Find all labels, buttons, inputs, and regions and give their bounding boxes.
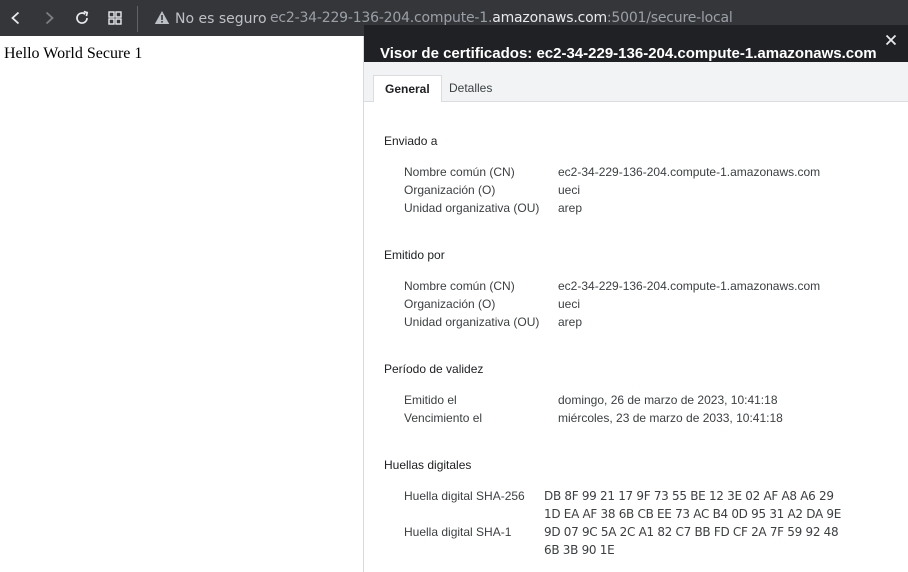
issued-to-cn-label: Nombre común (CN) (404, 165, 515, 179)
issued-to-o-value: ueci (558, 183, 581, 197)
close-button[interactable] (882, 31, 900, 49)
sha256-label: Huella digital SHA-256 (404, 489, 525, 503)
issued-by-ou-value: arep (558, 315, 583, 329)
apps-button[interactable] (103, 6, 127, 30)
issued-on-label: Emitido el (404, 393, 457, 407)
reload-icon (76, 10, 89, 24)
issued-by-cn-label: Nombre común (CN) (404, 279, 515, 293)
address-bar[interactable]: ec2-34-229-136-204.compute-1.amazonaws.c… (270, 10, 733, 26)
issued-on-value: domingo, 26 de marzo de 2023, 10:41:18 (558, 393, 778, 407)
viewer-tabs: General Detalles (364, 62, 908, 102)
toolbar-separator (137, 6, 138, 32)
page-text: Hello World Secure 1 (4, 45, 143, 62)
sha256-line-2: 1D EA AF 38 6B CB EE 73 AC B4 0D 95 31 A… (544, 507, 842, 521)
issued-by-ou-label: Unidad organizativa (OU) (404, 315, 540, 329)
certificate-viewer: Visor de certificados: ec2-34-229-136-20… (364, 25, 908, 572)
warning-icon[interactable] (154, 10, 170, 25)
sha256-value: DB 8F 99 21 17 9F 73 55 BE 12 3E 02 AF A… (544, 487, 841, 523)
tab-details[interactable]: Detalles (438, 75, 503, 101)
reload-button[interactable] (70, 6, 94, 30)
validity-heading: Período de validez (384, 362, 484, 376)
issued-to-cn-value: ec2-34-229-136-204.compute-1.amazonaws.c… (558, 165, 821, 179)
url-suffix: :5001/secure-local (606, 10, 733, 26)
grid-icon (108, 11, 122, 25)
sha1-line-2: 6B 3B 90 1E (544, 543, 615, 557)
forward-arrow-icon (45, 11, 54, 25)
sha256-line-1: DB 8F 99 21 17 9F 73 55 BE 12 3E 02 AF A… (544, 489, 834, 503)
expires-on-value: miércoles, 23 de marzo de 2033, 10:41:18 (558, 411, 783, 425)
issued-by-o-value: ueci (558, 297, 581, 311)
security-status-label[interactable]: No es seguro (175, 11, 267, 27)
url-prefix: ec2-34-229-136-204.compute-1. (270, 10, 493, 26)
issued-by-cn-value: ec2-34-229-136-204.compute-1.amazonaws.c… (558, 279, 821, 293)
viewer-title: Visor de certificados: ec2-34-229-136-20… (380, 45, 877, 62)
fingerprints-heading: Huellas digitales (384, 458, 472, 472)
page-content: Hello World Secure 1 (0, 36, 364, 572)
issued-to-o-label: Organización (O) (404, 183, 496, 197)
sha1-label: Huella digital SHA-1 (404, 525, 512, 539)
back-arrow-icon (11, 11, 20, 25)
forward-button[interactable] (37, 6, 61, 30)
issued-by-o-label: Organización (O) (404, 297, 496, 311)
viewer-header: Visor de certificados: ec2-34-229-136-20… (364, 25, 908, 62)
back-button[interactable] (4, 6, 28, 30)
issued-by-heading: Emitido por (384, 248, 445, 262)
sha1-line-1: 9D 07 9C 5A 2C A1 82 C7 BB FD CF 2A 7F 5… (544, 525, 839, 539)
url-domain: amazonaws.com (492, 10, 607, 26)
sha1-value: 9D 07 9C 5A 2C A1 82 C7 BB FD CF 2A 7F 5… (544, 523, 839, 559)
issued-to-ou-label: Unidad organizativa (OU) (404, 201, 540, 215)
issued-to-heading: Enviado a (384, 134, 438, 148)
tab-general[interactable]: General (373, 75, 442, 102)
issued-to-ou-value: arep (558, 201, 583, 215)
expires-on-label: Vencimiento el (404, 411, 483, 425)
close-icon (885, 34, 897, 46)
